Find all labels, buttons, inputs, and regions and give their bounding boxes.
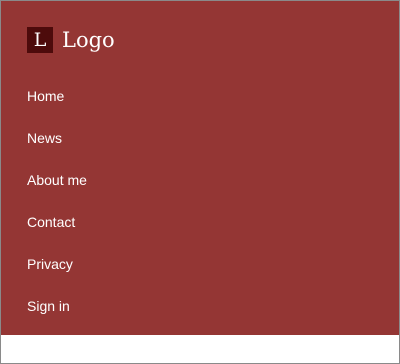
nav-link-home[interactable]: Home (27, 87, 64, 105)
app-frame: L Logo Home News About me Contact Privac… (0, 0, 400, 364)
navigation-item-sign-in: Sign in (27, 285, 87, 327)
navigation-menu-panel: L Logo Home News About me Contact Privac… (1, 1, 399, 335)
navigation-item-contact: Contact (27, 201, 87, 243)
navigation-item-privacy: Privacy (27, 243, 87, 285)
navigation-list: Home News About me Contact Privacy Sign … (27, 75, 87, 327)
nav-link-about-me[interactable]: About me (27, 171, 87, 189)
nav-link-privacy[interactable]: Privacy (27, 255, 73, 273)
navigation-item-about-me: About me (27, 159, 87, 201)
logo-link[interactable]: L Logo (27, 27, 115, 53)
nav-link-contact[interactable]: Contact (27, 213, 75, 231)
navigation-item-home: Home (27, 75, 87, 117)
logo-text: Logo (62, 28, 115, 52)
nav-link-sign-in[interactable]: Sign in (27, 297, 70, 315)
logo-icon: L (27, 27, 53, 53)
navigation-item-news: News (27, 117, 87, 159)
nav-link-news[interactable]: News (27, 129, 62, 147)
